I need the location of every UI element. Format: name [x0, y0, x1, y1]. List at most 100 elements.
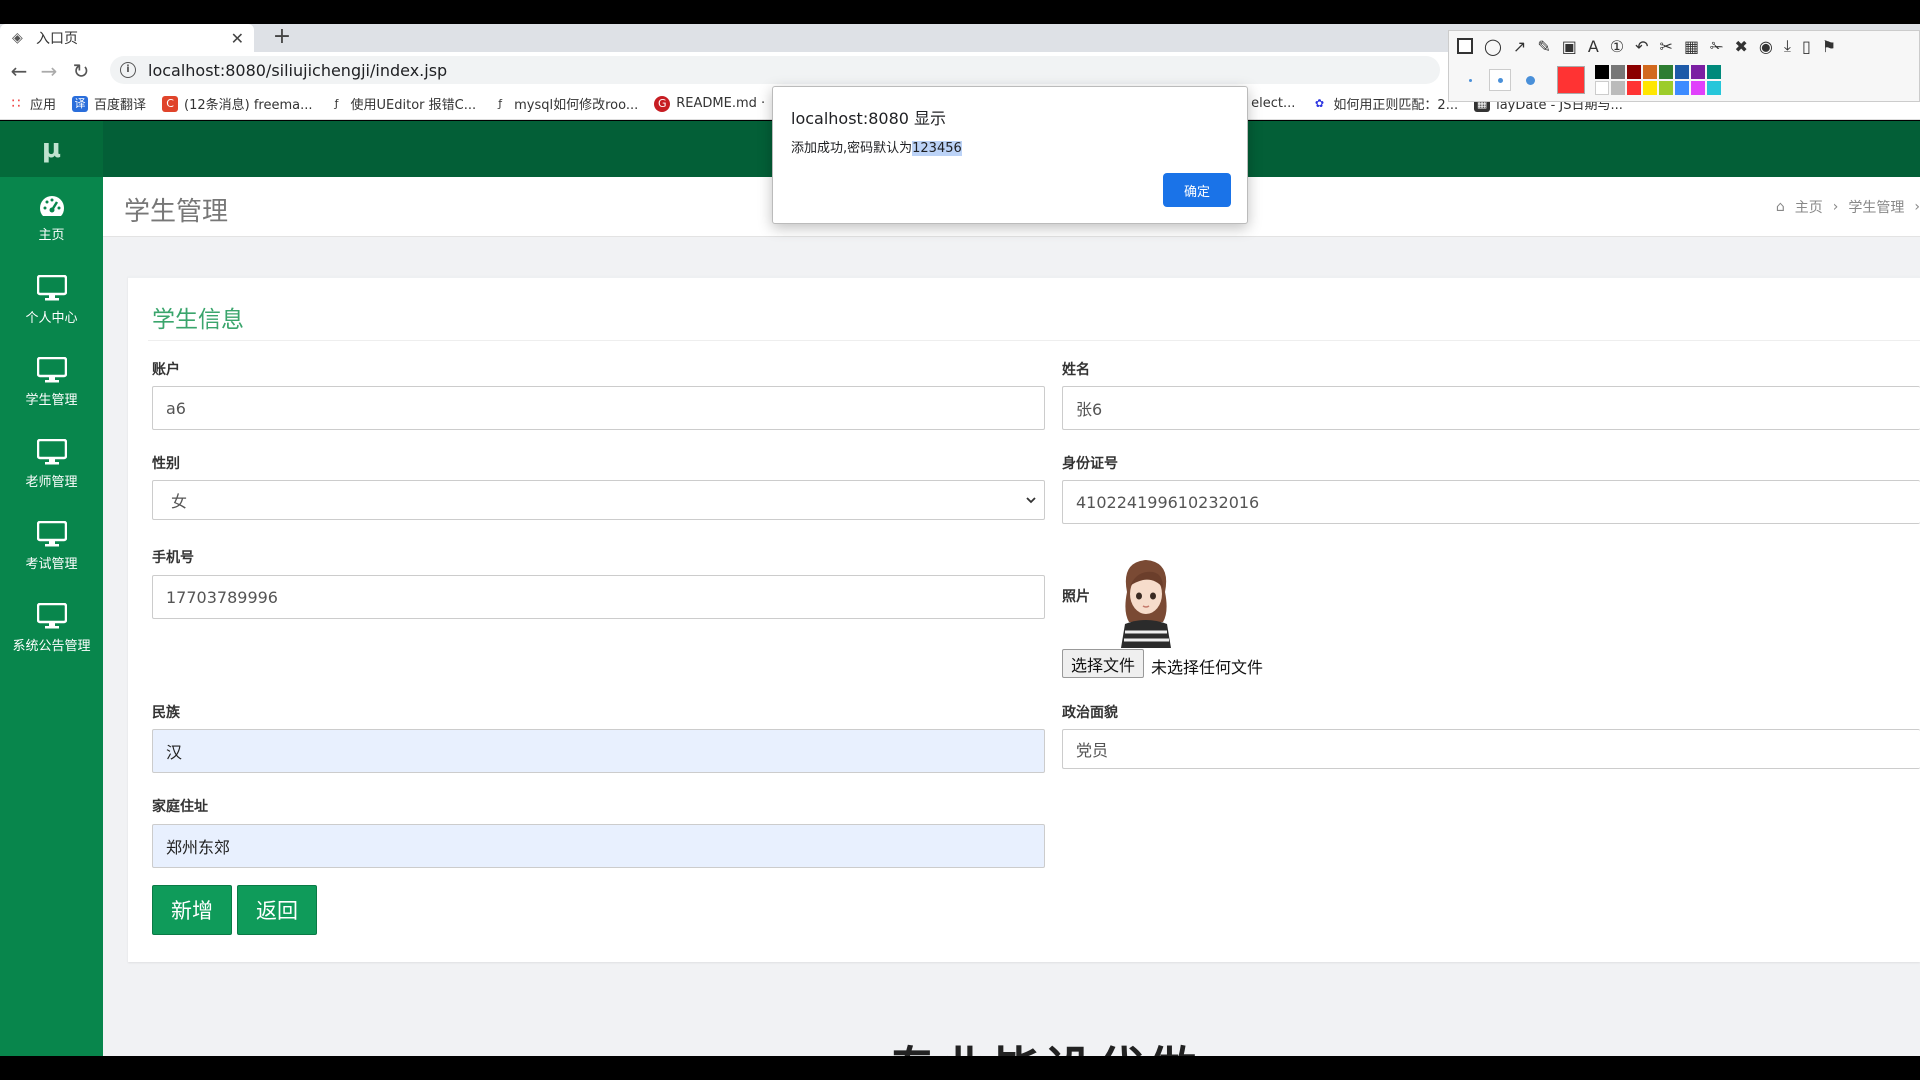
current-color-swatch[interactable] [1557, 66, 1585, 94]
size-small-option[interactable] [1459, 69, 1481, 91]
bookmark-baidu-translate[interactable]: 译 百度翻译 [72, 94, 146, 113]
dialog-ok-button[interactable]: 确定 [1163, 173, 1231, 207]
name-value: 张6 [1076, 400, 1103, 419]
bookmark-label: 应用 [30, 98, 57, 113]
file-status-text: 未选择任何文件 [1151, 658, 1264, 677]
breadcrumb-home[interactable]: 主页 [1795, 197, 1823, 217]
back-arrow-icon[interactable]: ← [6, 58, 32, 84]
size-large-option[interactable] [1519, 69, 1541, 91]
ethnicity-input[interactable]: 汉 [152, 729, 1045, 773]
id-number-input[interactable]: 410224199610232016 [1062, 480, 1920, 524]
account-label: 账户 [152, 362, 180, 378]
gender-select[interactable]: 女 [152, 480, 1045, 520]
bookmark-label: elect... [1251, 96, 1296, 111]
bookmark-site-icon: ƒ [498, 96, 503, 110]
arrow-tool-icon[interactable]: ↗ [1513, 37, 1526, 56]
page-title: 学生管理 [124, 197, 229, 227]
undo-icon[interactable]: ↶ [1635, 37, 1648, 56]
phone-input[interactable]: 17703789996 [152, 575, 1045, 619]
account-input[interactable]: a6 [152, 386, 1045, 430]
phone-value: 17703789996 [166, 587, 278, 607]
bookmark-mysql[interactable]: ƒ mysql如何修改roo... [492, 94, 639, 114]
new-tab-button[interactable]: + [268, 24, 296, 52]
sidebar-item-label: 系统公告管理 [12, 638, 91, 654]
political-status-input[interactable]: 党员 [1062, 729, 1920, 769]
add-button[interactable]: 新增 [152, 885, 232, 935]
size-medium-option[interactable] [1489, 69, 1511, 91]
dashboard-icon [39, 195, 64, 216]
csdn-icon: C [162, 95, 179, 112]
globe-icon: ◈ [12, 30, 23, 46]
record-icon[interactable]: ◉ [1759, 37, 1773, 56]
text-tool-icon[interactable]: A [1588, 37, 1599, 56]
mosaic-tool-icon[interactable]: ▣ [1562, 37, 1577, 56]
sidebar-item-announcements[interactable]: 系统公告管理 [0, 587, 103, 669]
chevron-right-icon: › [1914, 199, 1920, 215]
home-icon: ⌂ [1775, 199, 1785, 215]
sidebar-item-teachers[interactable]: 老师管理 [0, 423, 103, 505]
id-number-label: 身份证号 [1062, 456, 1118, 472]
gender-label: 性别 [152, 456, 180, 472]
screen-bottom-border [0, 1056, 1920, 1080]
sidebar-item-exams[interactable]: 考试管理 [0, 505, 103, 587]
bookmark-regex[interactable]: ✿ 如何用正则匹配：2... [1311, 94, 1459, 114]
bookmark-site-icon: ƒ [334, 96, 339, 110]
bookmark-select[interactable]: elect... [1251, 96, 1295, 111]
site-info-icon[interactable]: i [120, 62, 136, 78]
reload-icon[interactable]: ↻ [68, 58, 94, 84]
sidebar-item-home[interactable]: 主页 [0, 177, 103, 259]
phone-icon[interactable]: ▯ [1802, 37, 1811, 56]
ocr-icon[interactable]: ▦ [1684, 37, 1699, 56]
download-icon[interactable]: ⤓ [1784, 36, 1791, 56]
choose-file-button[interactable]: 选择文件 [1062, 649, 1145, 678]
monitor-icon [36, 438, 67, 464]
alert-dialog: localhost:8080 显示 添加成功,密码默认为123456 确定 [772, 86, 1248, 224]
dialog-password-highlight: 123456 [912, 141, 962, 156]
gender-value: 女 [171, 492, 188, 511]
bookmark-label: 使用UEditor 报错C... [350, 98, 477, 113]
close-tool-icon[interactable]: ✖ [1734, 37, 1747, 56]
forward-arrow-icon[interactable]: → [36, 58, 62, 84]
name-label: 姓名 [1062, 362, 1090, 378]
screenshot-tools-row: ◯ ↗ ✎ ▣ A ① ↶ ✂ ▦ ✁ ✖ ◉ ⤓ ▯ ⚑ [1449, 31, 1919, 61]
browser-tab[interactable]: ◈ 入口页 ✕ [0, 24, 254, 52]
ethnicity-value: 汉 [166, 743, 183, 762]
logo: μ [0, 121, 103, 177]
sidebar-item-label: 学生管理 [25, 392, 78, 408]
screenshot-style-row [1449, 61, 1919, 99]
pin-icon[interactable]: ✂ [1660, 37, 1673, 56]
address-input[interactable]: 郑州东郊 [152, 824, 1045, 868]
card-divider [148, 340, 1920, 341]
close-tab-icon[interactable]: ✕ [231, 29, 244, 48]
rectangle-tool-icon[interactable] [1457, 38, 1473, 54]
bookmark-label: 如何用正则匹配：2... [1333, 98, 1459, 113]
sidebar-item-students[interactable]: 学生管理 [0, 341, 103, 423]
address-label: 家庭住址 [152, 799, 208, 815]
chevron-right-icon: › [1832, 199, 1839, 215]
sidebar-item-label: 个人中心 [25, 310, 78, 326]
ellipse-tool-icon[interactable]: ◯ [1484, 37, 1502, 56]
political-status-value: 党员 [1076, 741, 1109, 760]
back-button[interactable]: 返回 [237, 885, 317, 935]
id-number-value: 410224199610232016 [1076, 492, 1260, 512]
sidebar-item-profile[interactable]: 个人中心 [0, 259, 103, 341]
bookmark-tool-icon[interactable]: ⚑ [1822, 37, 1836, 56]
phone-label: 手机号 [152, 550, 194, 566]
name-input[interactable]: 张6 [1062, 386, 1920, 430]
sidebar-item-label: 考试管理 [25, 556, 78, 572]
pen-tool-icon[interactable]: ✎ [1537, 37, 1550, 56]
translate-icon: 译 [72, 95, 89, 112]
color-palette[interactable] [1595, 65, 1721, 95]
bookmark-csdn[interactable]: C (12条消息) freema... [162, 94, 313, 113]
sidebar-item-label: 老师管理 [25, 474, 78, 490]
cut-icon[interactable]: ✁ [1710, 37, 1723, 56]
bookmark-label: README.md · [676, 96, 766, 111]
student-photo [1121, 560, 1171, 648]
number-tool-icon[interactable]: ① [1610, 37, 1624, 56]
chevron-down-icon [1026, 497, 1036, 504]
bookmark-ueditor[interactable]: ƒ 使用UEditor 报错C... [329, 94, 477, 114]
bookmark-apps[interactable]: ∷ 应用 [8, 94, 57, 114]
bookmark-readme[interactable]: G README.md · [654, 95, 766, 112]
url-input[interactable]: i localhost:8080/siliujichengji/index.js… [110, 56, 1440, 84]
bookmark-label: mysql如何修改roo... [514, 98, 639, 113]
